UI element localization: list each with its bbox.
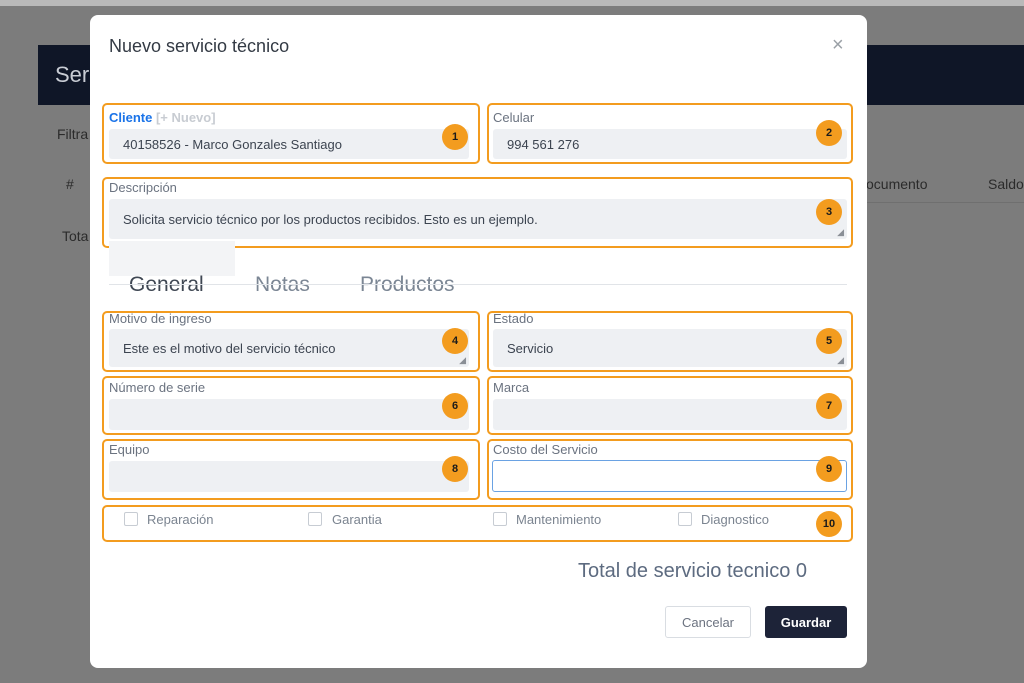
tab-notas[interactable]: Notas xyxy=(255,273,310,297)
serial-number-field[interactable] xyxy=(109,399,469,430)
description-value: Solicita servicio técnico por los produc… xyxy=(123,211,538,227)
checkbox-diagnostico[interactable] xyxy=(678,512,692,526)
resize-handle-icon[interactable]: ◢ xyxy=(837,227,844,238)
annotation-badge-5: 5 xyxy=(816,328,842,354)
background-filter-label: Filtra xyxy=(57,126,89,142)
client-value: 40158526 - Marco Gonzales Santiago xyxy=(123,136,342,152)
background-total-label: Tota xyxy=(62,228,89,244)
phone-value: 994 561 276 xyxy=(507,136,580,152)
annotation-badge-2: 2 xyxy=(816,120,842,146)
description-textarea[interactable]: Solicita servicio técnico por los produc… xyxy=(109,199,847,239)
phone-field[interactable]: 994 561 276 xyxy=(493,129,847,159)
tab-active-highlight xyxy=(109,241,235,276)
close-icon[interactable]: × xyxy=(832,35,844,55)
checkbox-garantia-label: Garantia xyxy=(332,512,382,527)
new-service-modal: Nuevo servicio técnico × Cliente [+ Nuev… xyxy=(90,15,867,668)
tab-divider xyxy=(109,284,847,285)
annotation-badge-7: 7 xyxy=(816,393,842,419)
phone-label: Celular xyxy=(493,110,535,125)
tab-general[interactable]: General xyxy=(129,273,204,297)
client-field[interactable]: 40158526 - Marco Gonzales Santiago xyxy=(109,129,469,159)
resize-handle-icon[interactable]: ◢ xyxy=(837,355,844,366)
reason-textarea[interactable]: Este es el motivo del servicio técnico ◢ xyxy=(109,329,469,367)
checkbox-mantenimiento[interactable] xyxy=(493,512,507,526)
save-button[interactable]: Guardar xyxy=(765,606,847,638)
brand-field[interactable] xyxy=(493,399,847,430)
reason-label: Motivo de ingreso xyxy=(109,311,212,326)
equipment-field[interactable] xyxy=(109,461,469,492)
status-label: Estado xyxy=(493,311,534,326)
checkbox-garantia[interactable] xyxy=(308,512,322,526)
background-page-title: Ser xyxy=(55,62,90,87)
checkbox-reparacion[interactable] xyxy=(124,512,138,526)
annotation-badge-6: 6 xyxy=(442,393,468,419)
annotation-badge-9: 9 xyxy=(816,456,842,482)
reason-value: Este es el motivo del servicio técnico xyxy=(123,340,336,356)
annotation-badge-1: 1 xyxy=(442,124,468,150)
annotation-badge-8: 8 xyxy=(442,456,468,482)
status-textarea[interactable]: Servicio ◢ xyxy=(493,329,847,367)
modal-title: Nuevo servicio técnico xyxy=(109,36,290,56)
background-divider xyxy=(866,202,1024,203)
equipment-label: Equipo xyxy=(109,442,150,457)
annotation-badge-4: 4 xyxy=(442,328,468,354)
brand-label: Marca xyxy=(493,380,530,395)
annotation-badge-10: 10 xyxy=(816,511,842,537)
status-value: Servicio xyxy=(507,340,554,356)
background-col-document: ocumento xyxy=(866,176,928,192)
description-label: Descripción xyxy=(109,180,177,195)
client-label-wrap: Cliente [+ Nuevo] xyxy=(109,110,216,125)
background-col-balance: Saldo xyxy=(988,176,1024,192)
client-label: Cliente xyxy=(109,110,153,125)
annotation-badge-3: 3 xyxy=(816,199,842,225)
service-cost-input[interactable] xyxy=(492,460,847,492)
tab-productos[interactable]: Productos xyxy=(360,273,455,297)
checkbox-reparacion-label: Reparación xyxy=(147,512,214,527)
checkbox-diagnostico-label: Diagnostico xyxy=(701,512,769,527)
browser-top-strip xyxy=(0,0,1024,6)
checkbox-mantenimiento-label: Mantenimiento xyxy=(516,512,602,527)
serial-number-label: Número de serie xyxy=(109,380,206,395)
resize-handle-icon[interactable]: ◢ xyxy=(459,355,466,366)
service-total: Total de servicio tecnico 0 xyxy=(578,560,808,582)
cancel-button[interactable]: Cancelar xyxy=(665,606,751,638)
background-col-hash: # xyxy=(66,176,74,192)
service-cost-label: Costo del Servicio xyxy=(493,442,598,457)
new-client-link[interactable]: [+ Nuevo] xyxy=(156,110,216,125)
